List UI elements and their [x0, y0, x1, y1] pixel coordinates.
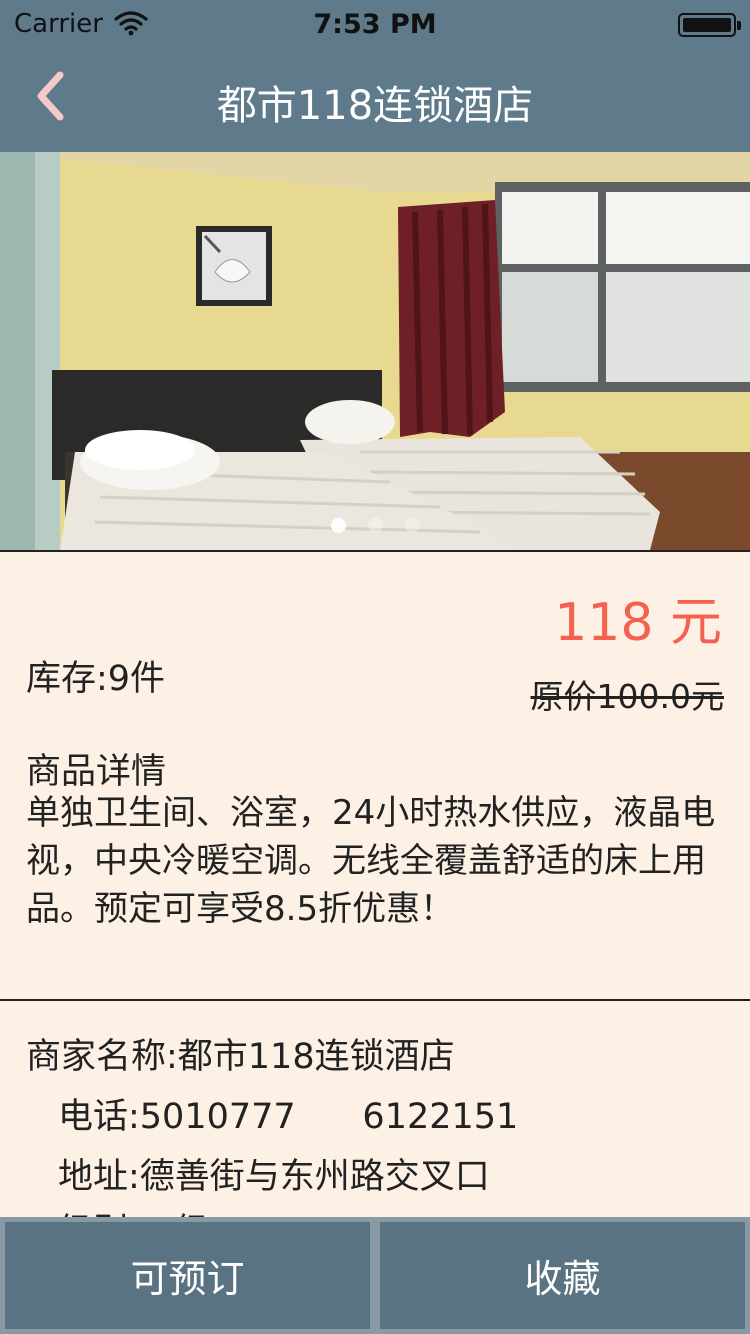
- original-price: 原价100.0元: [530, 677, 724, 716]
- hotel-room-photo: [0, 152, 750, 551]
- price: 118 元: [554, 593, 722, 653]
- divider: [0, 999, 750, 1001]
- page-title: 都市118连锁酒店: [216, 83, 534, 129]
- details-body: 单独卫生间、浴室，24小时热水供应，液晶电视，中央冷暖空调。无线全覆盖舒适的床上…: [26, 793, 716, 929]
- status-bar: Carrier 7:53 PM: [0, 0, 750, 46]
- stock-count: 库存:9件: [26, 659, 166, 699]
- favorite-button[interactable]: 收藏: [380, 1222, 745, 1329]
- carousel-page-indicator: [0, 518, 750, 533]
- battery-icon: [678, 13, 741, 37]
- navigation-bar: 都市118连锁酒店: [0, 46, 750, 152]
- hotel-photo-carousel[interactable]: [0, 152, 750, 551]
- carousel-dot-2[interactable]: [367, 518, 383, 533]
- status-time: 7:53 PM: [313, 9, 437, 40]
- book-button[interactable]: 可预订: [5, 1222, 370, 1329]
- merchant-name: 商家名称:都市118连锁酒店: [26, 1037, 455, 1077]
- carousel-dot-1[interactable]: [330, 518, 346, 533]
- details-heading: 商品详情: [26, 752, 167, 792]
- app-screen: Carrier 7:53 PM 都市118连锁酒店 118 元 库存:9件 原价…: [0, 0, 750, 1334]
- bottom-action-bar: 可预订 收藏: [0, 1217, 750, 1334]
- carousel-dot-3[interactable]: [404, 518, 420, 533]
- top-bar: Carrier 7:53 PM 都市118连锁酒店: [0, 0, 750, 152]
- merchant-address: 地址:德善街与东州路交叉口: [58, 1157, 490, 1197]
- merchant-phone[interactable]: 电话:5010777 6122151: [58, 1088, 518, 1139]
- divider: [0, 550, 750, 552]
